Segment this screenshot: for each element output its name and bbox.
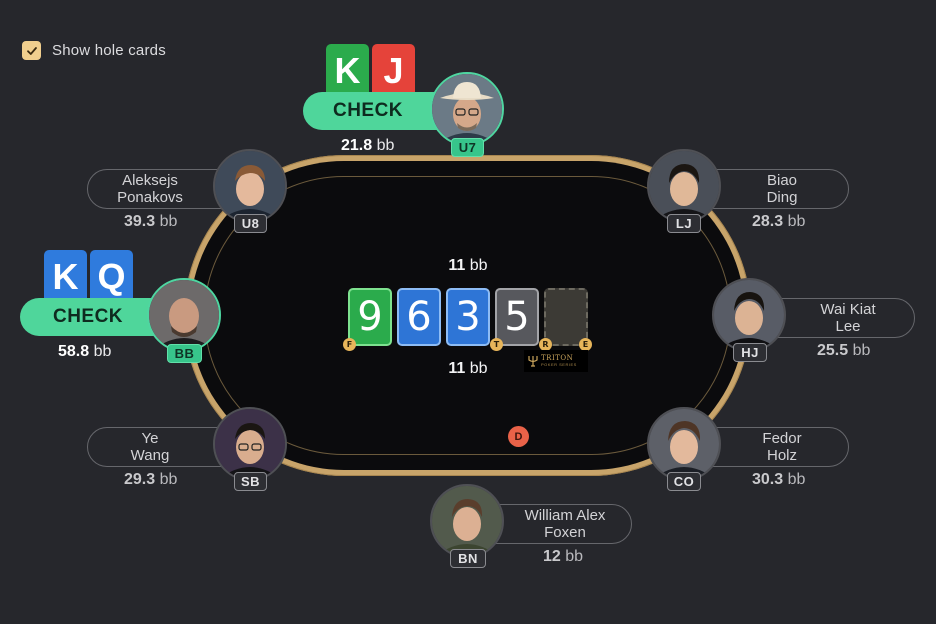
- board-card-river-empty: [544, 288, 588, 346]
- u7-avatar: [430, 72, 504, 146]
- triton-logo: TRITON POKER SERIES: [524, 350, 588, 372]
- sb-name-line1: Ye: [141, 430, 159, 447]
- street-marker-flop: F: [343, 338, 356, 351]
- lj-name-line2: Ding: [766, 189, 798, 206]
- dealer-button: D: [508, 426, 529, 447]
- sb-stack: 29.3 bb: [124, 471, 178, 488]
- bn-name-line1: William Alex: [524, 507, 606, 524]
- bb-stack: 58.8 bb: [58, 343, 112, 360]
- bn-stack: 12 bb: [543, 548, 584, 565]
- co-position-tag: CO: [667, 472, 701, 491]
- board-card-flop-2: 6: [397, 288, 441, 346]
- sb-avatar: [213, 407, 287, 481]
- u8-name-line2: Ponakovs: [117, 189, 183, 206]
- board-card-flop-1: 9: [348, 288, 392, 346]
- co-name-line2: Holz: [766, 447, 797, 464]
- hj-position-tag: HJ: [733, 343, 767, 362]
- triton-trident-icon: [528, 356, 538, 367]
- street-marker-turn: T: [490, 338, 503, 351]
- bn-avatar: [430, 484, 504, 558]
- sb-position-tag: SB: [234, 472, 267, 491]
- bb-avatar: [147, 278, 221, 352]
- pot-current: 11 bb: [448, 360, 488, 377]
- u8-name-line1: Aleksejs: [122, 172, 178, 189]
- u8-avatar: [213, 149, 287, 223]
- u7-stack: 21.8 bb: [341, 137, 395, 154]
- bn-position-tag: BN: [450, 549, 486, 568]
- u7-position-tag: U7: [451, 138, 484, 157]
- lj-position-tag: LJ: [667, 214, 701, 233]
- u8-position-tag: U8: [234, 214, 267, 233]
- hj-avatar: [712, 278, 786, 352]
- hj-name-line1: Wai Kiat: [820, 301, 876, 318]
- u8-stack: 39.3 bb: [124, 213, 178, 230]
- board-card-flop-3: 3: [446, 288, 490, 346]
- u7-hole-card-1: K: [326, 44, 369, 97]
- co-name-line1: Fedor: [762, 430, 802, 447]
- co-avatar: [647, 407, 721, 481]
- show-hole-cards-label: Show hole cards: [52, 42, 166, 59]
- show-hole-cards-toggle[interactable]: Show hole cards: [22, 41, 166, 60]
- lj-avatar: [647, 149, 721, 223]
- bn-name-line2: Foxen: [544, 524, 586, 541]
- bb-hole-card-2: Q: [90, 250, 133, 303]
- co-stack: 30.3 bb: [752, 471, 806, 488]
- bb-position-tag: BB: [167, 344, 202, 363]
- pot-total: 11 bb: [448, 257, 488, 274]
- board-card-turn: 5: [495, 288, 539, 346]
- lj-name-line1: Biao: [766, 172, 798, 189]
- sb-name-line2: Wang: [130, 447, 170, 464]
- checkbox-checked-icon[interactable]: [22, 41, 41, 60]
- hj-name-line2: Lee: [835, 318, 861, 335]
- bb-hole-card-1: K: [44, 250, 87, 303]
- hj-stack: 25.5 bb: [817, 342, 871, 359]
- u7-hole-card-2: J: [372, 44, 415, 97]
- lj-stack: 28.3 bb: [752, 213, 806, 230]
